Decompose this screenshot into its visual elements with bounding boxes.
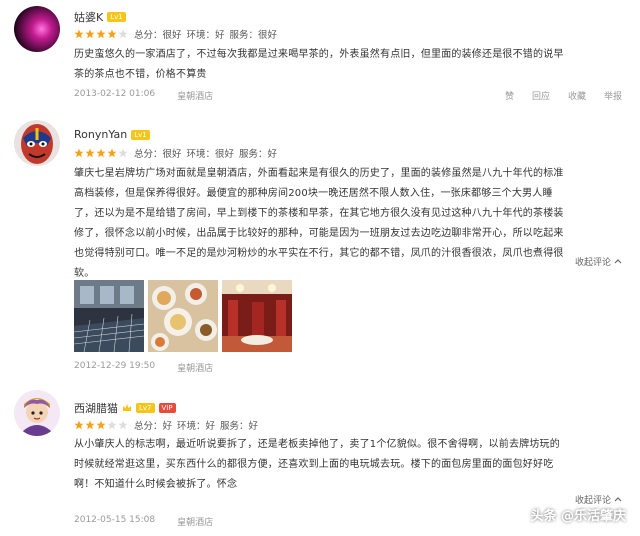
star-filled-icon xyxy=(85,29,95,39)
star-empty-icon xyxy=(118,29,128,39)
star-rating xyxy=(74,420,129,430)
username[interactable]: 西湖腊猫 xyxy=(74,400,118,416)
star-empty-icon xyxy=(118,148,128,158)
crown-icon xyxy=(122,402,132,415)
review-text: 肇庆七星岩牌坊广场对面就是皇朝酒店，外面看起来是有很久的历史了，里面的装修虽然是… xyxy=(74,168,564,279)
star-empty-icon xyxy=(107,420,117,430)
like-button[interactable]: 赞 xyxy=(505,89,514,102)
review-photo-thumbnail[interactable] xyxy=(222,280,292,352)
username[interactable]: 姑婆K xyxy=(74,9,103,25)
avatar[interactable] xyxy=(14,390,60,436)
star-filled-icon xyxy=(107,29,117,39)
rating-environment: 环境：好 xyxy=(186,30,225,41)
rating-row: 总分：很好 环境：好 服务：很好 xyxy=(74,27,282,41)
vip-badge: VIP xyxy=(158,403,176,413)
username-row: 西湖腊猫 Lv7 VIP xyxy=(74,400,176,416)
rating-environment: 环境：很好 xyxy=(186,149,235,160)
star-filled-icon xyxy=(107,148,117,158)
chevron-up-icon xyxy=(614,495,622,505)
rating-service: 服务：好 xyxy=(239,149,278,160)
star-filled-icon xyxy=(96,148,106,158)
avatar[interactable] xyxy=(14,120,60,166)
star-filled-icon xyxy=(85,148,95,158)
review-meta: 2013-02-12 01:06 皇朝酒店 赞 回应 收藏 举报 xyxy=(74,89,622,102)
watermark: 头条 @乐活肇庆 xyxy=(530,509,626,524)
level-badge: Lv1 xyxy=(107,12,126,22)
hotel-name[interactable]: 皇朝酒店 xyxy=(177,515,213,528)
report-button[interactable]: 举报 xyxy=(604,89,622,102)
review-meta: 2012-12-29 19:50 皇朝酒店 xyxy=(74,361,622,374)
rating-service: 服务：很好 xyxy=(229,30,278,41)
username[interactable]: RonynYan xyxy=(74,128,127,141)
review-date: 2013-02-12 01:06 xyxy=(74,89,156,99)
rating-environment: 环境：好 xyxy=(177,421,216,432)
collapse-comments-button[interactable]: 收起评论 xyxy=(575,255,622,268)
level-badge: Lv7 xyxy=(136,403,155,413)
rating-total: 总分：很好 xyxy=(134,149,182,160)
rating-total: 总分：很好 xyxy=(134,30,182,41)
username-row: 姑婆K Lv1 xyxy=(74,9,126,25)
star-rating xyxy=(74,29,129,39)
review-date: 2012-05-15 15:08 xyxy=(74,515,156,525)
rating-service: 服务：好 xyxy=(220,421,259,432)
review-date: 2012-12-29 19:50 xyxy=(74,361,156,371)
star-rating xyxy=(74,148,129,158)
hotel-name[interactable]: 皇朝酒店 xyxy=(177,89,213,102)
avatar[interactable] xyxy=(14,6,60,52)
favorite-button[interactable]: 收藏 xyxy=(568,89,586,102)
review-photo-thumbnail[interactable] xyxy=(74,280,144,352)
star-empty-icon xyxy=(118,420,128,430)
star-filled-icon xyxy=(96,29,106,39)
username-row: RonynYan Lv1 xyxy=(74,128,150,141)
star-filled-icon xyxy=(74,29,84,39)
collapse-label: 收起评论 xyxy=(574,258,611,268)
review-text: 历史蛮悠久的一家酒店了，不过每次我都是过来喝早茶的，外表虽然有点旧，但里面的装修… xyxy=(74,49,564,80)
star-filled-icon xyxy=(96,420,106,430)
star-filled-icon xyxy=(74,148,84,158)
rating-row: 总分：好 环境：好 服务：好 xyxy=(74,418,263,432)
star-filled-icon xyxy=(74,420,84,430)
reply-button[interactable]: 回应 xyxy=(532,89,550,102)
chevron-up-icon xyxy=(614,257,622,267)
review-photo-thumbnail[interactable] xyxy=(148,280,218,352)
level-badge: Lv1 xyxy=(131,129,150,140)
rating-row: 总分：很好 环境：很好 服务：好 xyxy=(74,146,282,160)
hotel-name[interactable]: 皇朝酒店 xyxy=(177,361,213,374)
rating-total: 总分：好 xyxy=(134,421,173,432)
star-filled-icon xyxy=(85,420,95,430)
review-text: 从小肇庆人的标志啊，最近听说要拆了，还是老板卖掉他了，卖了1个亿貌似。很不舍得啊… xyxy=(74,439,560,490)
